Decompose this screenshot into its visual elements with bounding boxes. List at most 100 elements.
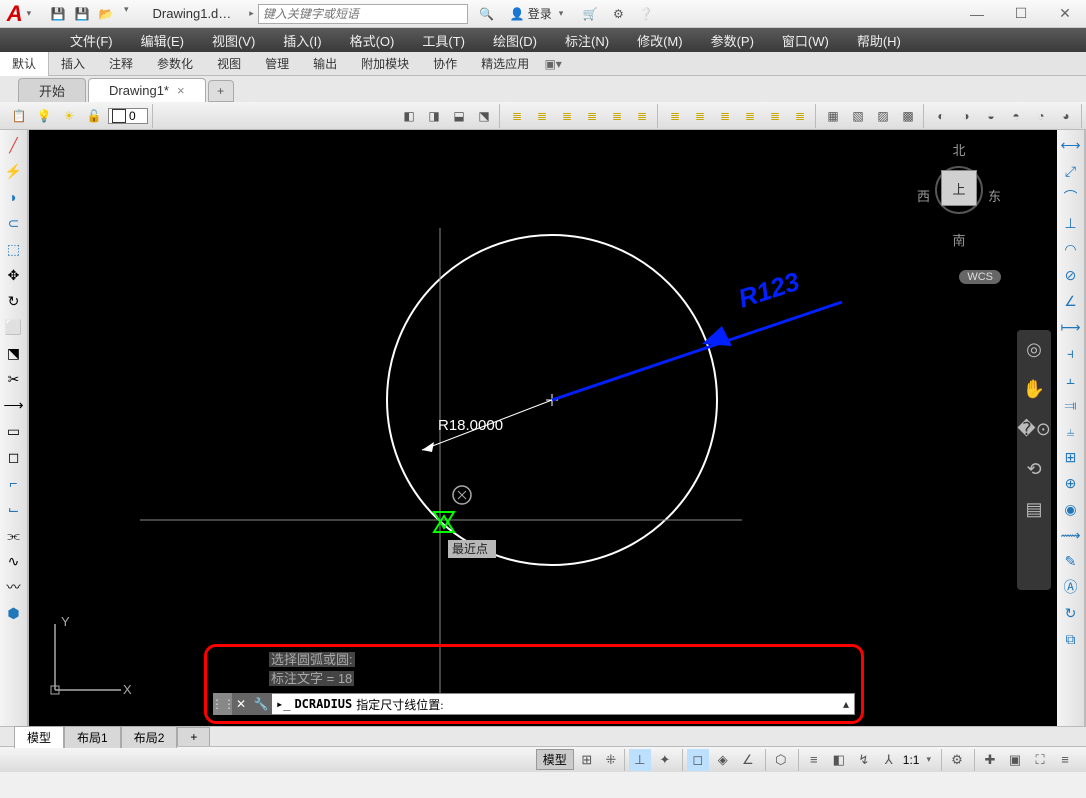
polar-icon[interactable]: ✦	[654, 749, 676, 771]
ribbon-tab-addins[interactable]: 附加模块	[349, 52, 421, 76]
ribbon-tab-manage[interactable]: 管理	[253, 52, 301, 76]
line-icon[interactable]: ╱	[3, 134, 25, 156]
tool-icon[interactable]: ◐	[930, 105, 952, 127]
move-icon[interactable]: ✥	[3, 264, 25, 286]
inspect-icon[interactable]: ◉	[1060, 498, 1082, 520]
layout-tab-model[interactable]: 模型	[14, 726, 64, 748]
ribbon-tab-insert[interactable]: 插入	[49, 52, 97, 76]
tool-icon[interactable]: ◨	[423, 105, 445, 127]
jogged-icon[interactable]: ⟿	[1060, 524, 1082, 546]
gear-icon[interactable]: ⚙	[946, 749, 968, 771]
login-button[interactable]: 👤 登录 ▾	[504, 5, 574, 22]
layout-tab-2[interactable]: 布局2	[121, 726, 178, 748]
isolate-icon[interactable]: ✚	[979, 749, 1001, 771]
transparency-icon[interactable]: ◧	[828, 749, 850, 771]
tool-icon[interactable]: ◔	[1030, 105, 1052, 127]
cmd-expand-icon[interactable]: ▴	[838, 697, 854, 711]
viewport-icon[interactable]: ▦	[822, 105, 844, 127]
wcs-badge[interactable]: WCS	[959, 270, 1001, 284]
rectangle-icon[interactable]: ▭	[3, 420, 25, 442]
dim-baseline-icon[interactable]: ⫞	[1060, 342, 1082, 364]
dim-radius-icon[interactable]: ◠	[1060, 238, 1082, 260]
search-input[interactable]	[258, 4, 468, 24]
viewport-icon[interactable]: ▨	[872, 105, 894, 127]
menu-view[interactable]: 视图(V)	[198, 28, 269, 52]
ribbon-tab-collab[interactable]: 协作	[421, 52, 469, 76]
doc-dropdown[interactable]: ▸	[245, 8, 258, 19]
otrack-icon[interactable]: ∠	[737, 749, 759, 771]
hardware-icon[interactable]: ▣	[1004, 749, 1026, 771]
scale-label[interactable]: 1:1	[903, 753, 920, 767]
dim-update-icon[interactable]: ↻	[1060, 602, 1082, 624]
minimize-button[interactable]: —	[956, 2, 998, 26]
layer-light-icon[interactable]: 💡	[33, 105, 55, 127]
dim-continue-icon[interactable]: ⫠	[1060, 368, 1082, 390]
viewcube-top[interactable]: 上	[941, 170, 977, 206]
menu-modify[interactable]: 修改(M)	[623, 28, 697, 52]
construction-line-icon[interactable]: ⚡	[3, 160, 25, 182]
binoculars-icon[interactable]: 🔍	[476, 4, 498, 24]
layer-indicator[interactable]: 0	[108, 108, 148, 124]
layer-stack-icon[interactable]: ≣	[556, 105, 578, 127]
customize-icon[interactable]: ≡	[1054, 749, 1076, 771]
dim-edit-icon[interactable]: ✎	[1060, 550, 1082, 572]
box-icon[interactable]: ◻	[3, 446, 25, 468]
tolerance-icon[interactable]: ⊞	[1060, 446, 1082, 468]
qat-dropdown[interactable]: ▾	[120, 4, 133, 24]
extend-icon[interactable]: ⟶	[3, 394, 25, 416]
viewport-icon[interactable]: ▩	[897, 105, 919, 127]
dim-style-icon[interactable]: ⧉	[1060, 628, 1082, 650]
dim-break-icon[interactable]: ⫨	[1060, 420, 1082, 442]
annotation-scale-icon[interactable]: ⅄	[878, 749, 900, 771]
layer-stack-icon[interactable]: ≣	[606, 105, 628, 127]
center-mark-icon[interactable]: ⊕	[1060, 472, 1082, 494]
share-icon[interactable]: ⚙	[607, 4, 629, 24]
scale-icon[interactable]: ⬜	[3, 316, 25, 338]
cycling-icon[interactable]: ↯	[853, 749, 875, 771]
ribbon-tab-parametric[interactable]: 参数化	[145, 52, 205, 76]
dim-text-icon[interactable]: Ⓐ	[1060, 576, 1082, 598]
layout-tab-add[interactable]: +	[177, 727, 210, 746]
menu-help[interactable]: 帮助(H)	[843, 28, 915, 52]
zoom-extents-icon[interactable]: �⊙	[1021, 416, 1047, 442]
menu-tools[interactable]: 工具(T)	[408, 28, 479, 52]
saveas-icon[interactable]: 💾	[72, 4, 92, 24]
dim-ordinate-icon[interactable]: ⊥	[1060, 212, 1082, 234]
help-icon[interactable]: ❔	[635, 4, 657, 24]
3dosnap-icon[interactable]: ◈	[712, 749, 734, 771]
viewcube[interactable]: 北 西 东 南 上	[917, 140, 1001, 270]
mirror-icon[interactable]: ◗	[3, 186, 25, 208]
chamfer-icon[interactable]: ⌙	[3, 498, 25, 520]
menu-window[interactable]: 窗口(W)	[768, 28, 843, 52]
layer-lock-icon[interactable]: 🔓	[83, 105, 105, 127]
explode-icon[interactable]: ⫘	[3, 524, 25, 546]
offset-icon[interactable]: ⊂	[3, 212, 25, 234]
layer-stack-icon[interactable]: ≣	[764, 105, 786, 127]
dim-quick-icon[interactable]: ⟼	[1060, 316, 1082, 338]
viewport-icon[interactable]: ▧	[847, 105, 869, 127]
dim-aligned-icon[interactable]: ⤢	[1060, 160, 1082, 182]
menu-draw[interactable]: 绘图(D)	[479, 28, 551, 52]
layer-stack-icon[interactable]: ≣	[739, 105, 761, 127]
maximize-button[interactable]: ☐	[1000, 2, 1042, 26]
tool-icon[interactable]: ◑	[955, 105, 977, 127]
snap-icon[interactable]: ⁜	[600, 749, 622, 771]
model-space-button[interactable]: 模型	[536, 749, 574, 770]
close-button[interactable]: ✕	[1044, 2, 1086, 26]
menu-parametric[interactable]: 参数(P)	[697, 28, 768, 52]
ribbon-tab-featured[interactable]: 精选应用	[469, 52, 541, 76]
stretch-icon[interactable]: ⬔	[3, 342, 25, 364]
command-input[interactable]	[448, 697, 838, 712]
cmd-grip-icon[interactable]: ⋮⋮	[214, 693, 232, 715]
ribbon-tab-output[interactable]: 输出	[301, 52, 349, 76]
trim-icon[interactable]: ✂	[3, 368, 25, 390]
showmotion-icon[interactable]: ▤	[1021, 496, 1047, 522]
tool-icon[interactable]: ◕	[1055, 105, 1077, 127]
layer-stack-icon[interactable]: ≣	[531, 105, 553, 127]
layer-stack-icon[interactable]: ≣	[689, 105, 711, 127]
polyline-icon[interactable]: ∿	[3, 550, 25, 572]
orbit-icon[interactable]: ⟲	[1021, 456, 1047, 482]
layer-stack-icon[interactable]: ≣	[664, 105, 686, 127]
layout-tab-1[interactable]: 布局1	[64, 726, 121, 748]
menu-format[interactable]: 格式(O)	[336, 28, 409, 52]
